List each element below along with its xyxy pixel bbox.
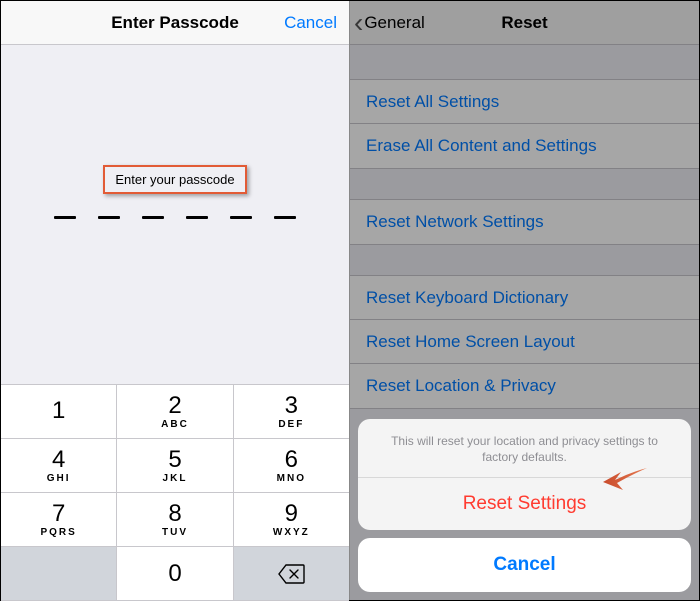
- key-3[interactable]: 3DEF: [234, 385, 349, 439]
- key-5[interactable]: 5JKL: [117, 439, 233, 493]
- passcode-dash: [230, 216, 252, 219]
- action-sheet-cancel-button[interactable]: Cancel: [358, 538, 691, 592]
- prompt-callout: Enter your passcode: [103, 165, 246, 194]
- backspace-icon: [277, 563, 305, 585]
- key-0[interactable]: 0: [117, 547, 233, 601]
- key-9[interactable]: 9WXYZ: [234, 493, 349, 547]
- passcode-dash: [186, 216, 208, 219]
- reset-screen: ‹ General Reset Reset All Settings Erase…: [350, 1, 699, 600]
- key-backspace[interactable]: [234, 547, 349, 601]
- nav-title: Enter Passcode: [111, 13, 239, 33]
- key-4[interactable]: 4GHI: [1, 439, 117, 493]
- passcode-dash: [98, 216, 120, 219]
- passcode-area: Enter your passcode: [1, 45, 349, 433]
- key-8[interactable]: 8TUV: [117, 493, 233, 547]
- key-1[interactable]: 1: [1, 385, 117, 439]
- passcode-screen: Enter Passcode Cancel Enter your passcod…: [1, 1, 350, 600]
- action-sheet: This will reset your location and privac…: [350, 411, 699, 600]
- annotation-arrow-icon: [601, 462, 649, 494]
- passcode-dots: [54, 216, 296, 219]
- key-2[interactable]: 2ABC: [117, 385, 233, 439]
- number-keypad: 1 2ABC 3DEF 4GHI 5JKL 6MNO 7PQRS 8TUV 9W…: [1, 384, 349, 600]
- key-7[interactable]: 7PQRS: [1, 493, 117, 547]
- passcode-dash: [274, 216, 296, 219]
- cancel-button[interactable]: Cancel: [284, 13, 337, 33]
- passcode-dash: [54, 216, 76, 219]
- nav-bar: Enter Passcode Cancel: [1, 1, 349, 45]
- passcode-dash: [142, 216, 164, 219]
- key-blank: [1, 547, 117, 601]
- key-6[interactable]: 6MNO: [234, 439, 349, 493]
